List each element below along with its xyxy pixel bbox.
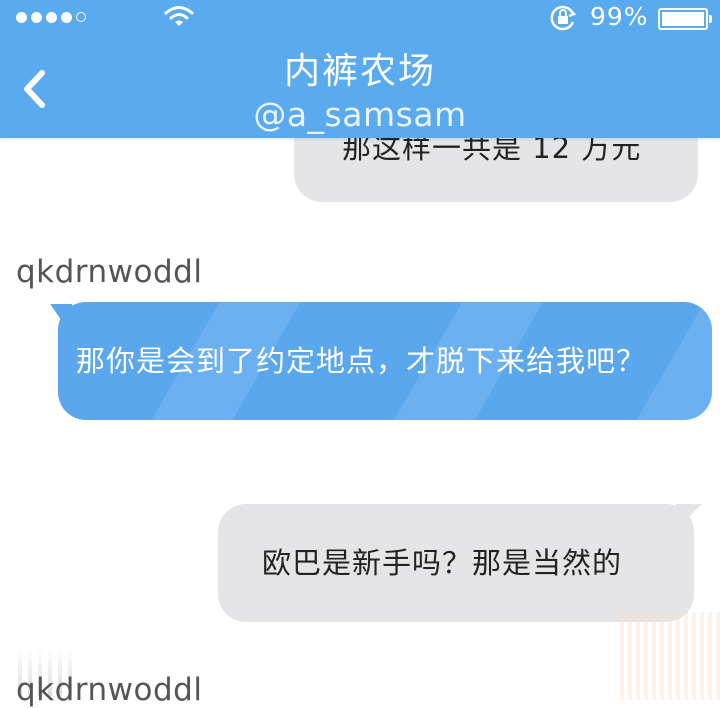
sender-name: qkdrnwoddl <box>16 254 203 290</box>
conversation-handle: @a_samsam <box>253 95 467 134</box>
signal-dots-icon <box>16 12 86 23</box>
rotation-lock-icon <box>550 5 577 31</box>
message-bubble-sent: 那你是会到了约定地点，才脱下来给我吧？ <box>58 302 712 420</box>
battery-percent: 99% <box>590 2 649 31</box>
status-bar: 99% <box>0 0 720 36</box>
message-text: 那你是会到了约定地点，才脱下来给我吧？ <box>76 344 647 378</box>
watermark <box>620 612 720 700</box>
sender-name: qkdrnwoddl <box>16 672 203 708</box>
navigation-header: 99% 内裤农场 @a_samsam <box>0 0 720 138</box>
message-bubble-received: 欧巴是新手吗？那是当然的 <box>218 504 694 622</box>
battery-icon <box>658 8 712 30</box>
conversation-title: 内裤农场 <box>283 51 436 92</box>
message-text: 欧巴是新手吗？那是当然的 <box>262 546 623 580</box>
wifi-icon <box>164 6 194 26</box>
